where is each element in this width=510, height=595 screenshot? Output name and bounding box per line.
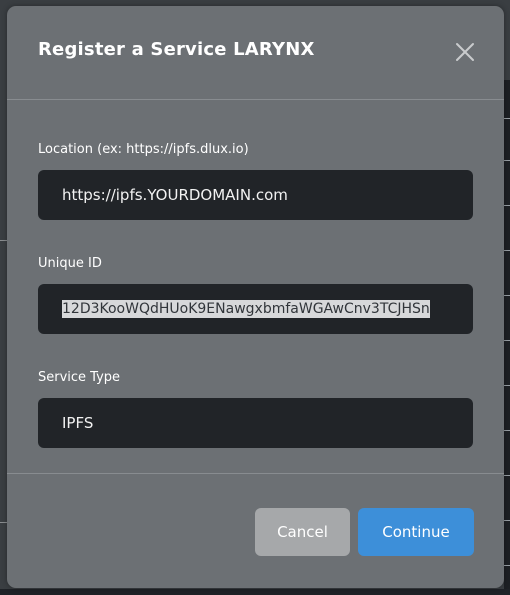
background-tick (504, 475, 510, 476)
background-footer-edge (0, 589, 510, 595)
background-tick (504, 340, 510, 341)
background-panel-edge (504, 80, 510, 595)
location-label: Location (ex: https://ipfs.dlux.io) (38, 142, 249, 157)
continue-button[interactable]: Continue (358, 508, 474, 556)
service-type-value: IPFS (62, 414, 94, 432)
background-tick (504, 430, 510, 431)
unique-id-input[interactable]: 12D3KooWQdHUoK9ENawgxbmfaWGAwCnv3TCJHSn (38, 284, 473, 334)
background-tick (504, 565, 510, 566)
background-tick (504, 160, 510, 161)
modal-title: Register a Service LARYNX (38, 39, 315, 60)
location-value: https://ipfs.YOURDOMAIN.com (62, 186, 288, 204)
background-tick (504, 295, 510, 296)
modal-header: Register a Service LARYNX (7, 6, 504, 100)
location-input[interactable]: https://ipfs.YOURDOMAIN.com (38, 170, 473, 220)
background-tick (504, 250, 510, 251)
close-icon (456, 43, 474, 61)
register-service-modal: Register a Service LARYNX Location (ex: … (7, 6, 504, 588)
background-tick (504, 520, 510, 521)
service-type-label: Service Type (38, 370, 121, 385)
modal-body: Location (ex: https://ipfs.dlux.io) http… (7, 100, 504, 474)
background-tick (504, 118, 510, 119)
service-type-input[interactable]: IPFS (38, 398, 473, 448)
cancel-button[interactable]: Cancel (255, 508, 350, 556)
close-button[interactable] (453, 40, 477, 64)
unique-id-label: Unique ID (38, 256, 102, 271)
unique-id-value: 12D3KooWQdHUoK9ENawgxbmfaWGAwCnv3TCJHSn (62, 300, 430, 318)
modal-footer: Cancel Continue (7, 473, 504, 588)
background-tick (504, 385, 510, 386)
background-tick (504, 205, 510, 206)
